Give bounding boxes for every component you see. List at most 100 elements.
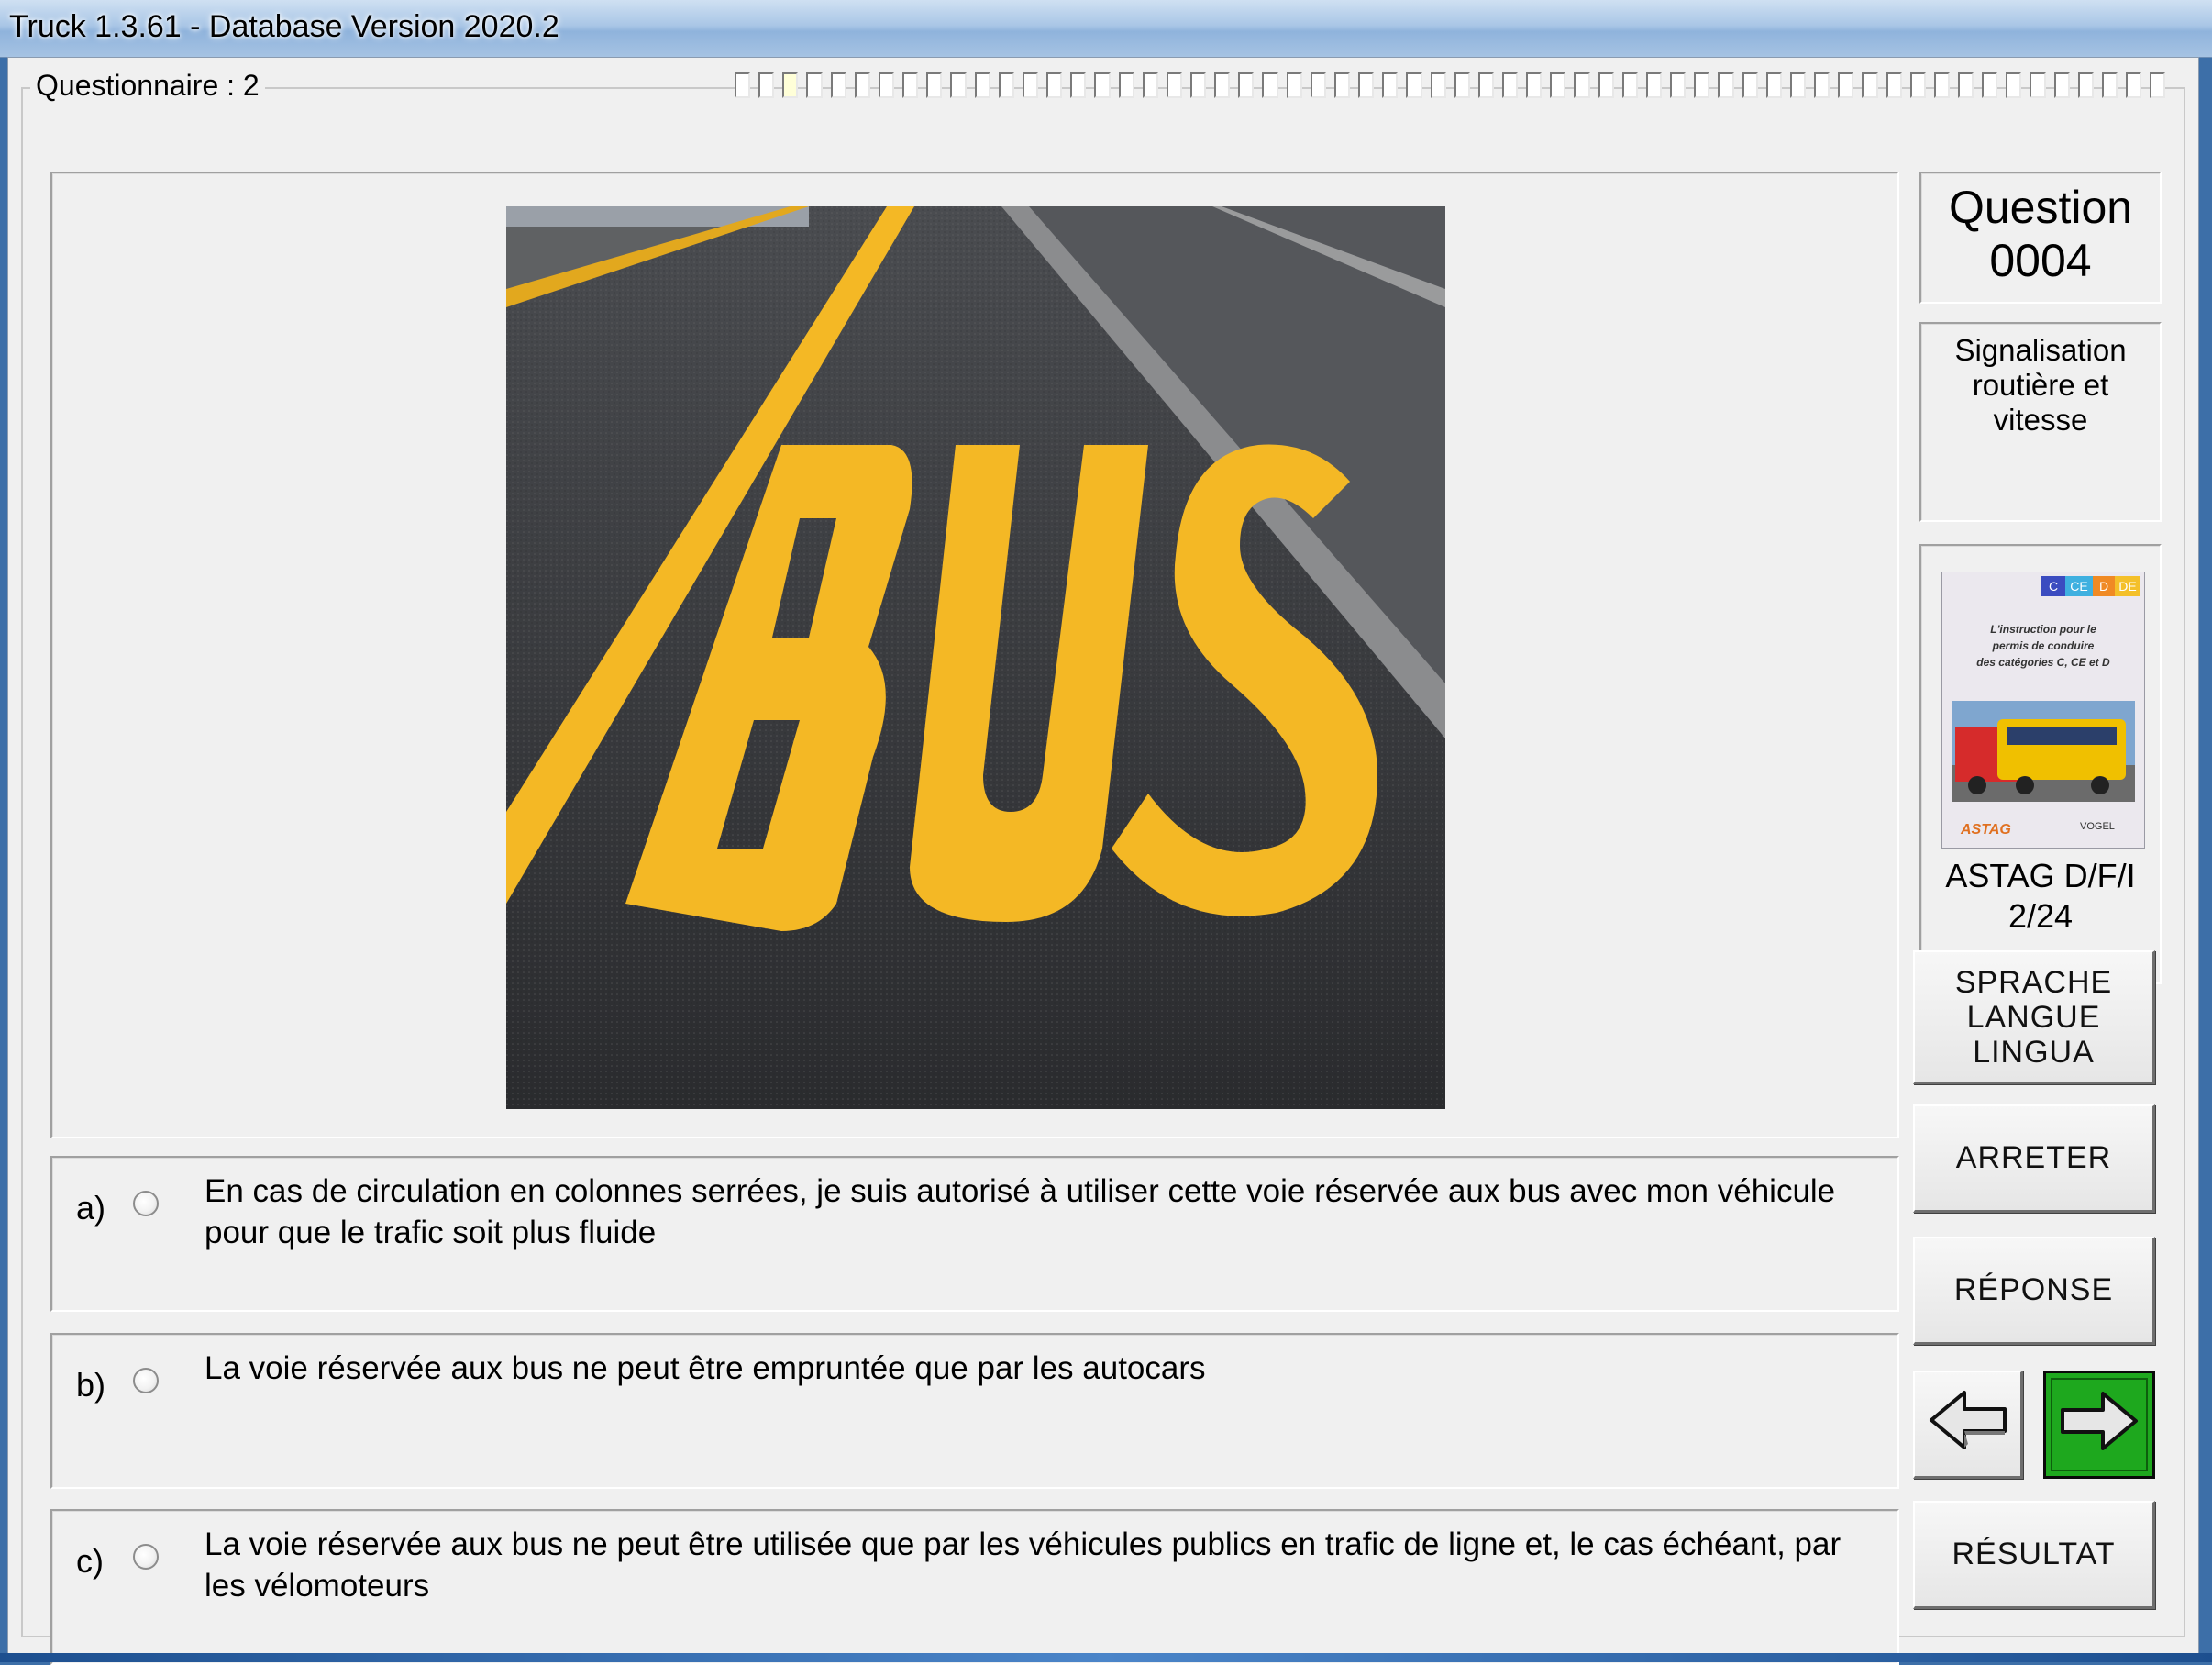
progress-cell	[1789, 72, 1807, 98]
answer-b-text: La voie réservée aux bus ne peut être em…	[205, 1350, 1206, 1386]
answer-a-radio[interactable]	[133, 1191, 159, 1216]
progress-cell	[974, 72, 990, 98]
question-label: Question	[1948, 182, 2133, 233]
progress-cell	[950, 72, 967, 98]
badge-ce: CE	[2070, 579, 2087, 594]
stop-button[interactable]: ARRETER	[1913, 1104, 2155, 1213]
result-button[interactable]: RÉSULTAT	[1913, 1501, 2155, 1609]
progress-cell	[806, 72, 823, 98]
progress-cell	[2053, 72, 2070, 98]
badge-c: C	[2049, 579, 2058, 594]
book-publisher-left: ASTAG	[1960, 822, 2011, 838]
window-title: Truck 1.3.61 - Database Version 2020.2	[9, 9, 559, 44]
question-number-panel: Question 0004	[1919, 172, 2162, 304]
progress-cell	[1094, 72, 1111, 98]
category-panel: Signalisation routière et vitesse	[1919, 322, 2162, 522]
source-book-panel: C CE D DE L'instruction pour le permis d…	[1919, 544, 2162, 984]
progress-cell	[2101, 72, 2118, 98]
progress-cell	[735, 72, 751, 98]
progress-cell	[1982, 72, 1998, 98]
book-cover-art: C CE D DE L'instruction pour le permis d…	[1942, 572, 2144, 848]
answer-c-text: La voie réservée aux bus ne peut être ut…	[205, 1526, 1841, 1604]
language-button[interactable]: SPRACHE LANGUE LINGUA	[1913, 950, 2155, 1084]
progress-cell	[926, 72, 943, 98]
progress-cell	[1358, 72, 1375, 98]
book-source-line-2: 2/24	[2007, 897, 2074, 935]
arrow-right-icon	[2059, 1388, 2140, 1462]
progress-cell	[1933, 72, 1950, 98]
response-button[interactable]: RÉPONSE	[1913, 1237, 2155, 1345]
question-number: 0004	[1989, 235, 2092, 286]
progress-cell	[1814, 72, 1830, 98]
questionnaire-label: Questionnaire : 2	[30, 69, 265, 103]
progress-cell	[1718, 72, 1734, 98]
language-button-line-2: LANGUE	[1966, 999, 2101, 1035]
progress-cell	[1454, 72, 1470, 98]
progress-cell	[854, 72, 870, 98]
progress-cell	[2006, 72, 2022, 98]
progress-cell	[1526, 72, 1543, 98]
progress-cell	[758, 72, 775, 98]
category-line-2: routière et vitesse	[1972, 368, 2109, 437]
arrow-left-icon	[1928, 1387, 2008, 1461]
book-cover-text-2: permis de conduire	[1992, 639, 2095, 652]
progress-cell	[1862, 72, 1878, 98]
answer-a-text: En cas de circulation en colonnes serrée…	[205, 1173, 1836, 1250]
answer-c-panel[interactable]: c) La voie réservée aux bus ne peut être…	[50, 1509, 1899, 1665]
progress-cell	[1333, 72, 1351, 98]
progress-cell	[1238, 72, 1255, 98]
book-cover-text-3: des catégories C, CE et D	[1976, 656, 2110, 669]
progress-cell	[1189, 72, 1207, 98]
answer-a-letter: a)	[76, 1189, 106, 1227]
progress-cell	[1046, 72, 1063, 98]
next-question-button[interactable]	[2043, 1371, 2155, 1479]
progress-cell	[1502, 72, 1519, 98]
progress-cell	[1574, 72, 1590, 98]
question-progress-strip	[735, 72, 2166, 100]
title-bar: Truck 1.3.61 - Database Version 2020.2	[0, 0, 2212, 58]
book-publisher-right: VOGEL	[2080, 821, 2115, 832]
badge-d: D	[2099, 579, 2108, 594]
language-button-line-1: SPRACHE	[1954, 964, 2113, 1000]
progress-cell	[1166, 72, 1182, 98]
progress-cell	[1262, 72, 1278, 98]
progress-cell	[1694, 72, 1710, 98]
progress-cell	[1886, 72, 1902, 98]
answer-a-panel[interactable]: a) En cas de circulation en colonnes ser…	[50, 1156, 1899, 1312]
progress-cell	[1621, 72, 1638, 98]
progress-cell	[1598, 72, 1614, 98]
progress-cell	[1430, 72, 1446, 98]
answer-b-letter: b)	[76, 1366, 106, 1404]
progress-cell	[1118, 72, 1134, 98]
progress-cell	[902, 72, 919, 98]
progress-cell	[1957, 72, 1974, 98]
progress-cell	[1406, 72, 1422, 98]
question-photo	[506, 206, 1445, 1109]
progress-cell	[1765, 72, 1782, 98]
progress-cell	[1142, 72, 1158, 98]
progress-cell	[782, 72, 799, 98]
answer-c-letter: c)	[76, 1542, 104, 1580]
progress-cell	[998, 72, 1014, 98]
progress-cell	[1645, 72, 1663, 98]
progress-cell	[1070, 72, 1087, 98]
previous-question-button[interactable]	[1913, 1371, 2023, 1479]
progress-cell	[2126, 72, 2142, 98]
progress-cell	[1670, 72, 1687, 98]
progress-cell	[1022, 72, 1039, 98]
book-source-line-1: ASTAG D/F/I	[1945, 857, 2136, 894]
progress-cell	[2077, 72, 2094, 98]
progress-cell	[1286, 72, 1302, 98]
bus-lane-photo	[506, 206, 1445, 1109]
category-line-1: Signalisation	[1954, 333, 2127, 367]
answer-c-radio[interactable]	[133, 1544, 159, 1570]
answer-b-radio[interactable]	[133, 1368, 159, 1393]
answer-b-panel[interactable]: b) La voie réservée aux bus ne peut être…	[50, 1333, 1899, 1489]
progress-cell	[1742, 72, 1758, 98]
main-window: Questionnaire : 2 a) En cas de circulati…	[7, 57, 2199, 1665]
language-button-line-3: LINGUA	[1973, 1034, 2095, 1070]
book-source-label: ASTAG D/F/I 2/24	[1921, 856, 2160, 937]
progress-cell	[1909, 72, 1926, 98]
book-cover-text-1: L'instruction pour le	[1990, 623, 2096, 636]
progress-cell	[2030, 72, 2046, 98]
